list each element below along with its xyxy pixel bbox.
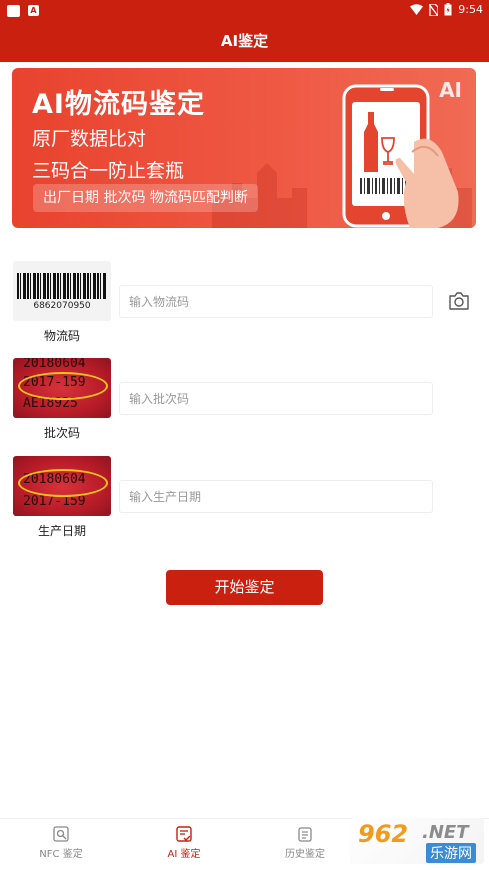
battery-icon <box>444 3 452 16</box>
production-date-row: 20180604 2017-159 生产日期 输入生产日期 <box>12 456 482 546</box>
tab-history-label: 历史鉴定 <box>285 849 325 860</box>
highlight-ring <box>18 469 108 497</box>
batch-code-input[interactable]: 输入批次码 <box>119 382 433 415</box>
batch-sample-line-1: 20180604 <box>23 358 86 371</box>
wifi-icon <box>410 4 424 15</box>
app-notification-icon: A <box>28 5 39 16</box>
banner-title: AI物流码鉴定 <box>32 89 205 120</box>
production-date-input[interactable]: 输入生产日期 <box>119 480 433 513</box>
page-title: AI鉴定 <box>220 32 269 50</box>
banner-tag: 出厂日期 批次码 物流码匹配判断 <box>33 184 258 212</box>
tab-history[interactable]: 历史鉴定 <box>260 825 350 860</box>
promo-banner[interactable]: AI物流码鉴定 原厂数据比对 三码合一防止套瓶 出厂日期 批次码 物流码匹配判断… <box>12 68 476 228</box>
phone-scan-illustration <box>342 84 459 228</box>
batch-code-label: 批次码 <box>43 426 80 440</box>
tab-ai-label: AI 鉴定 <box>167 849 201 860</box>
notification-icon <box>7 5 20 17</box>
banner-subtitle-2: 三码合一防止套瓶 <box>32 160 185 182</box>
app-bar: AI鉴定 <box>0 22 489 62</box>
history-icon <box>298 827 312 842</box>
highlight-ring <box>18 372 108 400</box>
batch-code-row: 20180604 2017-159 AE18925 批次码 输入批次码 <box>12 358 482 448</box>
barcode-number: 6862070950 <box>33 301 91 311</box>
production-date-label: 生产日期 <box>37 524 86 538</box>
logistics-code-input[interactable]: 输入物流码 <box>119 285 433 318</box>
batch-code-sample-image: 20180604 2017-159 AE18925 <box>13 358 111 418</box>
status-bar: A 9:54 <box>0 0 489 22</box>
banner-subtitle-1: 原厂数据比对 <box>32 128 147 150</box>
watermark-brand: 962 <box>358 820 409 848</box>
barcode-graphic <box>17 273 107 299</box>
watermark-suffix: .NET <box>422 822 469 843</box>
logistics-code-sample-image: 6862070950 <box>13 261 111 321</box>
site-watermark: 962 .NET 乐游网 <box>350 818 484 864</box>
start-appraisal-button[interactable]: 开始鉴定 <box>166 570 323 605</box>
production-date-sample-image: 20180604 2017-159 <box>13 456 111 516</box>
status-time: 9:54 <box>458 3 483 16</box>
no-sim-icon <box>429 3 439 16</box>
nfc-scan-icon <box>53 826 69 842</box>
camera-icon[interactable] <box>448 291 470 311</box>
banner-ai-badge: AI <box>439 78 462 102</box>
tab-nfc[interactable]: NFC 鉴定 <box>16 825 106 860</box>
watermark-site: 乐游网 <box>426 843 476 863</box>
logistics-code-row: 6862070950 物流码 输入物流码 <box>12 261 482 351</box>
ai-check-icon <box>176 826 192 842</box>
tab-ai[interactable]: AI 鉴定 <box>139 825 229 860</box>
tab-nfc-label: NFC 鉴定 <box>39 849 83 860</box>
logistics-code-label: 物流码 <box>43 329 80 343</box>
